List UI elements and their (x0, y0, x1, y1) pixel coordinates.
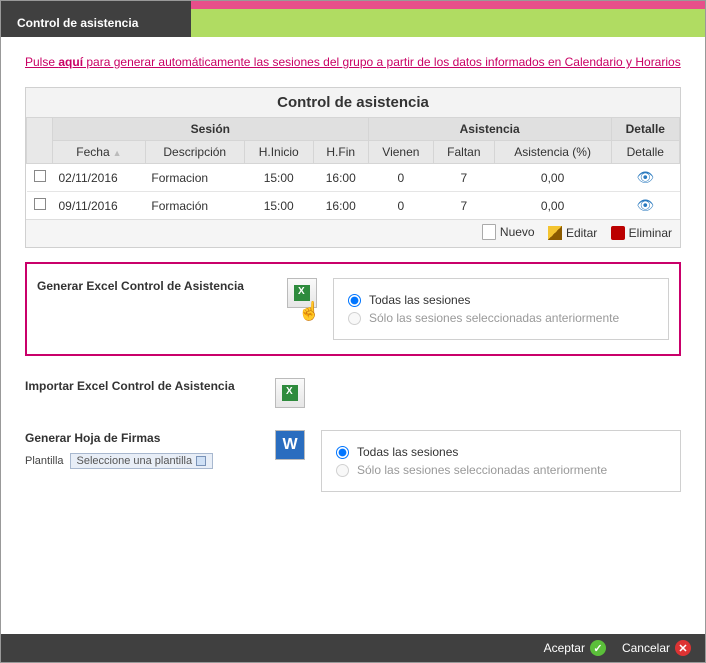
cell-pct: 0,00 (494, 164, 611, 192)
generate-excel-button[interactable]: ☝ (287, 278, 317, 308)
cell-pct: 0,00 (494, 192, 611, 220)
cell-descripcion: Formacion (145, 164, 244, 192)
cell-fecha: 09/11/2016 (53, 192, 146, 220)
cell-hfin: 16:00 (313, 164, 368, 192)
trash-icon (611, 226, 625, 240)
col-group-detalle: Detalle (611, 118, 679, 141)
cell-faltan: 7 (434, 192, 494, 220)
cancel-button[interactable]: Cancelar ✕ (622, 640, 691, 656)
cursor-pointer-icon: ☝ (298, 301, 320, 322)
generate-excel-label: Generar Excel Control de Asistencia (37, 278, 287, 295)
check-icon: ✓ (590, 640, 606, 656)
cell-fecha: 02/11/2016 (53, 164, 146, 192)
pencil-icon (548, 226, 562, 240)
delete-button[interactable]: Eliminar (611, 226, 672, 240)
row-checkbox[interactable] (34, 170, 46, 182)
edit-button[interactable]: Editar (548, 226, 597, 240)
accept-button[interactable]: Aceptar ✓ (544, 640, 606, 656)
eye-icon[interactable]: 👁 (636, 197, 654, 213)
radio-all-sessions[interactable]: Todas las sesiones (348, 293, 654, 307)
excel-icon (294, 285, 310, 301)
link-prefix: Pulse (25, 55, 58, 69)
col-hinicio[interactable]: H.Inicio (244, 141, 313, 164)
table-row[interactable]: 09/11/2016 Formación 15:00 16:00 0 7 0,0… (27, 192, 680, 220)
page-title: Control de asistencia (1, 9, 191, 37)
word-icon: W (282, 436, 297, 454)
cell-faltan: 7 (434, 164, 494, 192)
col-hfin[interactable]: H.Fin (313, 141, 368, 164)
auto-generate-sessions-link[interactable]: Pulse aquí para generar automáticamente … (25, 55, 681, 69)
table-row[interactable]: 02/11/2016 Formacion 15:00 16:00 0 7 0,0… (27, 164, 680, 192)
cell-hinicio: 15:00 (244, 164, 313, 192)
dropdown-icon (196, 456, 206, 466)
generate-signatures-label: Generar Hoja de Firmas (25, 430, 275, 447)
plantilla-select[interactable]: Seleccione una plantilla (70, 453, 214, 469)
attendance-table: Control de asistencia Sesión Asistencia … (25, 87, 681, 248)
cell-descripcion: Formación (145, 192, 244, 220)
generate-signatures-button[interactable]: W (275, 430, 305, 460)
sort-asc-icon: ▲ (113, 148, 122, 158)
row-checkbox[interactable] (34, 198, 46, 210)
col-vienen[interactable]: Vienen (368, 141, 433, 164)
plantilla-label: Plantilla (25, 455, 64, 467)
cell-vienen: 0 (368, 164, 433, 192)
col-group-sesion: Sesión (53, 118, 369, 141)
radio-all-sessions-firmas[interactable]: Todas las sesiones (336, 445, 666, 459)
col-fecha[interactable]: Fecha▲ (53, 141, 146, 164)
link-suffix: para generar automáticamente las sesione… (83, 55, 681, 69)
close-icon: ✕ (675, 640, 691, 656)
table-title: Control de asistencia (26, 88, 680, 117)
file-icon (482, 224, 496, 240)
import-excel-button[interactable] (275, 378, 305, 408)
excel-icon (282, 385, 298, 401)
col-faltan[interactable]: Faltan (434, 141, 494, 164)
link-bold: aquí (58, 55, 83, 69)
eye-icon[interactable]: 👁 (636, 169, 654, 185)
col-group-asistencia: Asistencia (368, 118, 611, 141)
col-asistencia-pct[interactable]: Asistencia (%) (494, 141, 611, 164)
radio-selected-sessions-firmas[interactable]: Sólo las sesiones seleccionadas anterior… (336, 463, 666, 477)
import-excel-label: Importar Excel Control de Asistencia (25, 378, 275, 395)
radio-selected-sessions[interactable]: Sólo las sesiones seleccionadas anterior… (348, 311, 654, 325)
new-button[interactable]: Nuevo (482, 224, 535, 240)
col-descripcion[interactable]: Descripción (145, 141, 244, 164)
cell-hfin: 16:00 (313, 192, 368, 220)
col-detalle: Detalle (611, 141, 679, 164)
cell-hinicio: 15:00 (244, 192, 313, 220)
cell-vienen: 0 (368, 192, 433, 220)
